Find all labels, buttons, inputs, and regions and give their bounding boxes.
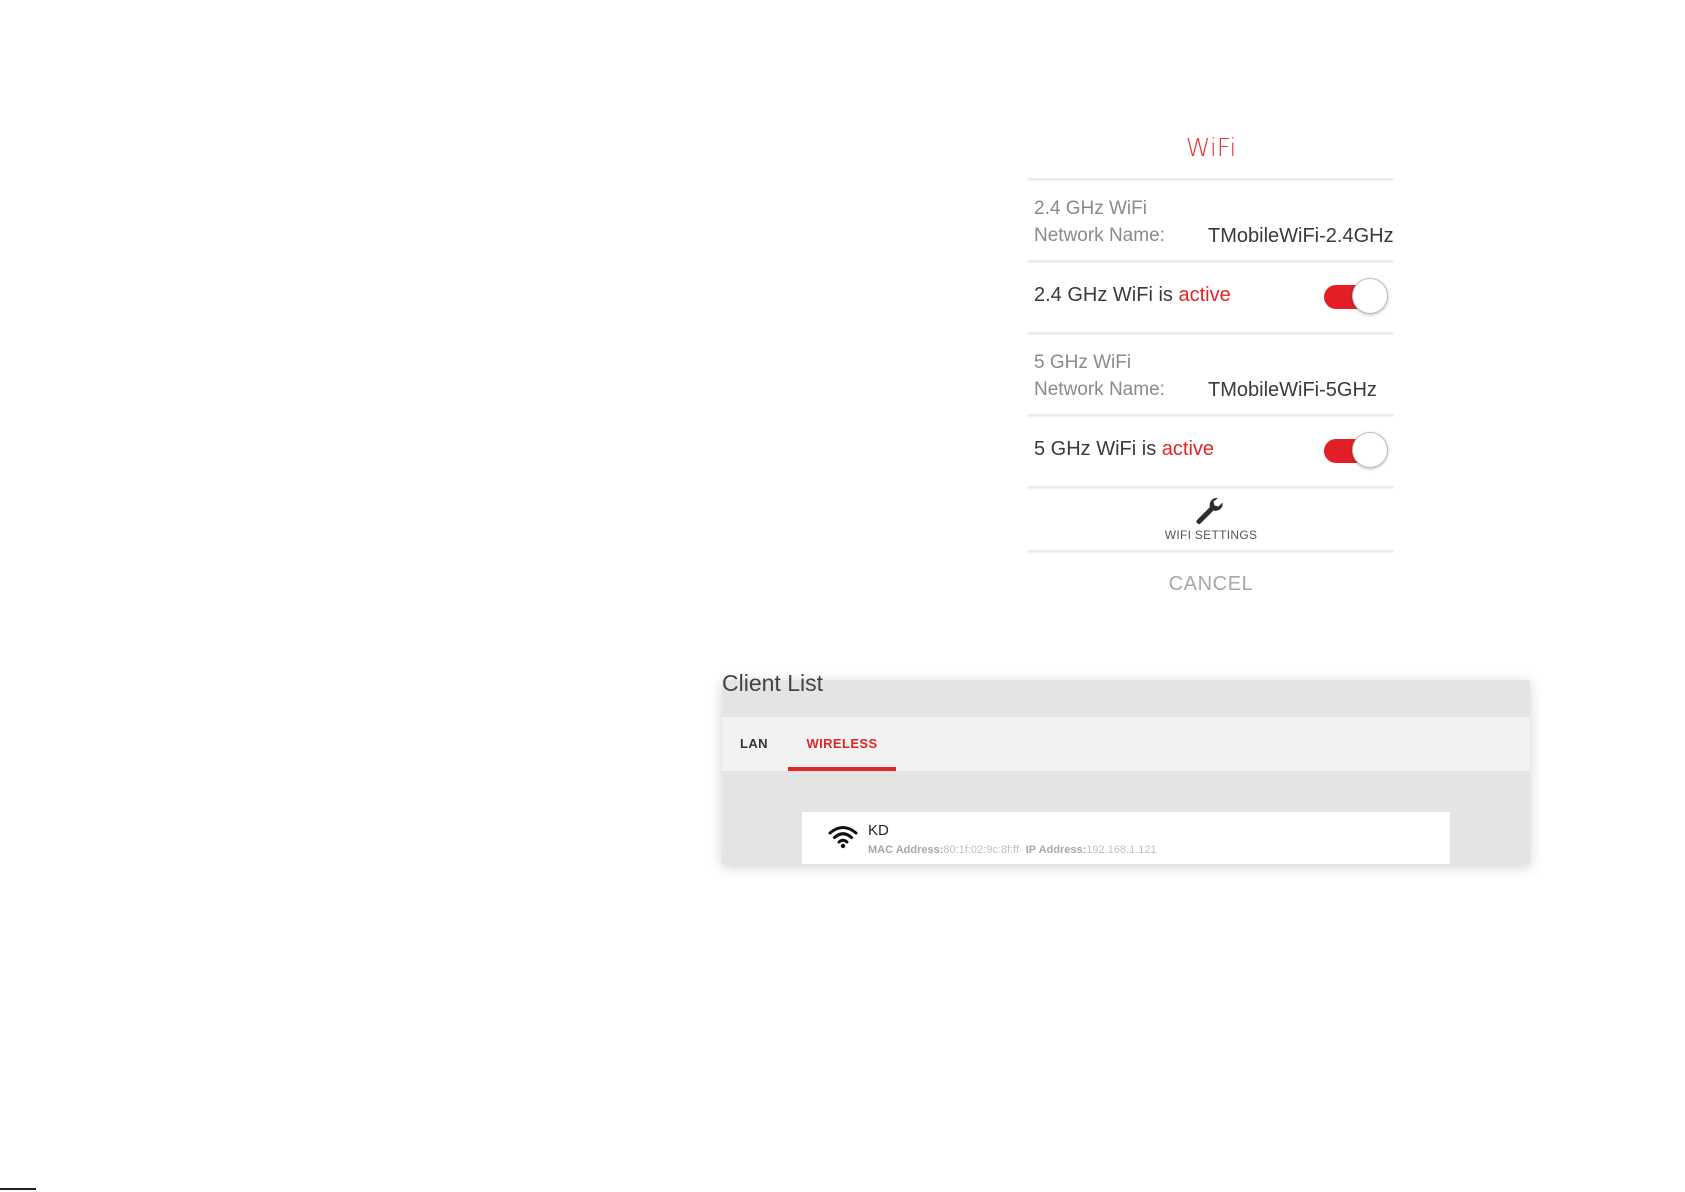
network-5-status-row: 5 GHz WiFi is active (1028, 416, 1394, 486)
tab-wireless[interactable]: WIRELESS (788, 717, 896, 771)
network-5-status-text: 5 GHz WiFi is active (1034, 438, 1214, 461)
wifi-settings-label: WIFI SETTINGS (1164, 528, 1258, 542)
client-name: KD (868, 822, 889, 839)
client-list-tabs: LAN WIRELESS (722, 717, 1530, 771)
wrench-icon (1196, 497, 1223, 524)
client-details: MAC Address:80:1f:02:9c:8f:ff· IP Addres… (868, 844, 1157, 856)
network-24-name-value: TMobileWiFi-2.4GHz (1208, 225, 1394, 247)
client-list-item[interactable]: KD MAC Address:80:1f:02:9c:8f:ff· IP Add… (802, 812, 1450, 864)
network-24-info: 2.4 GHz WiFi Network Name: TMobileWiFi-2… (1028, 180, 1394, 260)
network-5-status-prefix: 5 GHz WiFi is (1034, 438, 1162, 460)
wifi-panel: WiFi 2.4 GHz WiFi Network Name: TMobileW… (1028, 118, 1394, 616)
wifi-settings-button[interactable]: WIFI SETTINGS (1028, 488, 1394, 550)
network-24-heading: 2.4 GHz WiFi (1034, 198, 1147, 219)
network-5-status-value: active (1161, 438, 1215, 460)
mac-address-value: 80:1f:02:9c:8f:ff· (943, 844, 1023, 856)
network-24-status-text: 2.4 GHz WiFi is active (1034, 284, 1231, 307)
wifi-icon (828, 826, 858, 849)
mac-address-label: MAC Address: (868, 844, 944, 856)
network-24-status-value: active (1178, 284, 1231, 306)
network-24-status-row: 2.4 GHz WiFi is active (1028, 262, 1394, 332)
network-24-name-label: Network Name: (1034, 225, 1165, 246)
network-5-name-label: Network Name: (1034, 379, 1165, 400)
client-list-card: LAN WIRELESS KD MAC Address:80:1f:02:9c:… (722, 680, 1530, 864)
network-24-status-prefix: 2.4 GHz WiFi is (1034, 284, 1179, 306)
network-5-name-value: TMobileWiFi-5GHz (1208, 379, 1377, 401)
toggle-knob (1352, 278, 1388, 314)
ip-address-value: 192.168.1.121 (1086, 844, 1157, 856)
client-list-title: Client List (722, 670, 823, 696)
cancel-button[interactable]: CANCEL (1028, 552, 1394, 616)
network-24-toggle[interactable] (1324, 278, 1388, 314)
tab-lan[interactable]: LAN (740, 717, 768, 771)
wifi-panel-title: WiFi (1185, 133, 1237, 162)
corner-mark (0, 1188, 36, 1190)
ip-address-label: IP Address: (1025, 844, 1087, 856)
network-5-info: 5 GHz WiFi Network Name: TMobileWiFi-5GH… (1028, 334, 1394, 414)
toggle-knob (1352, 432, 1388, 468)
tab-selected-indicator (788, 767, 896, 771)
tab-wireless-label: WIRELESS (806, 736, 878, 751)
network-5-toggle[interactable] (1324, 432, 1388, 468)
network-5-heading: 5 GHz WiFi (1034, 352, 1132, 373)
